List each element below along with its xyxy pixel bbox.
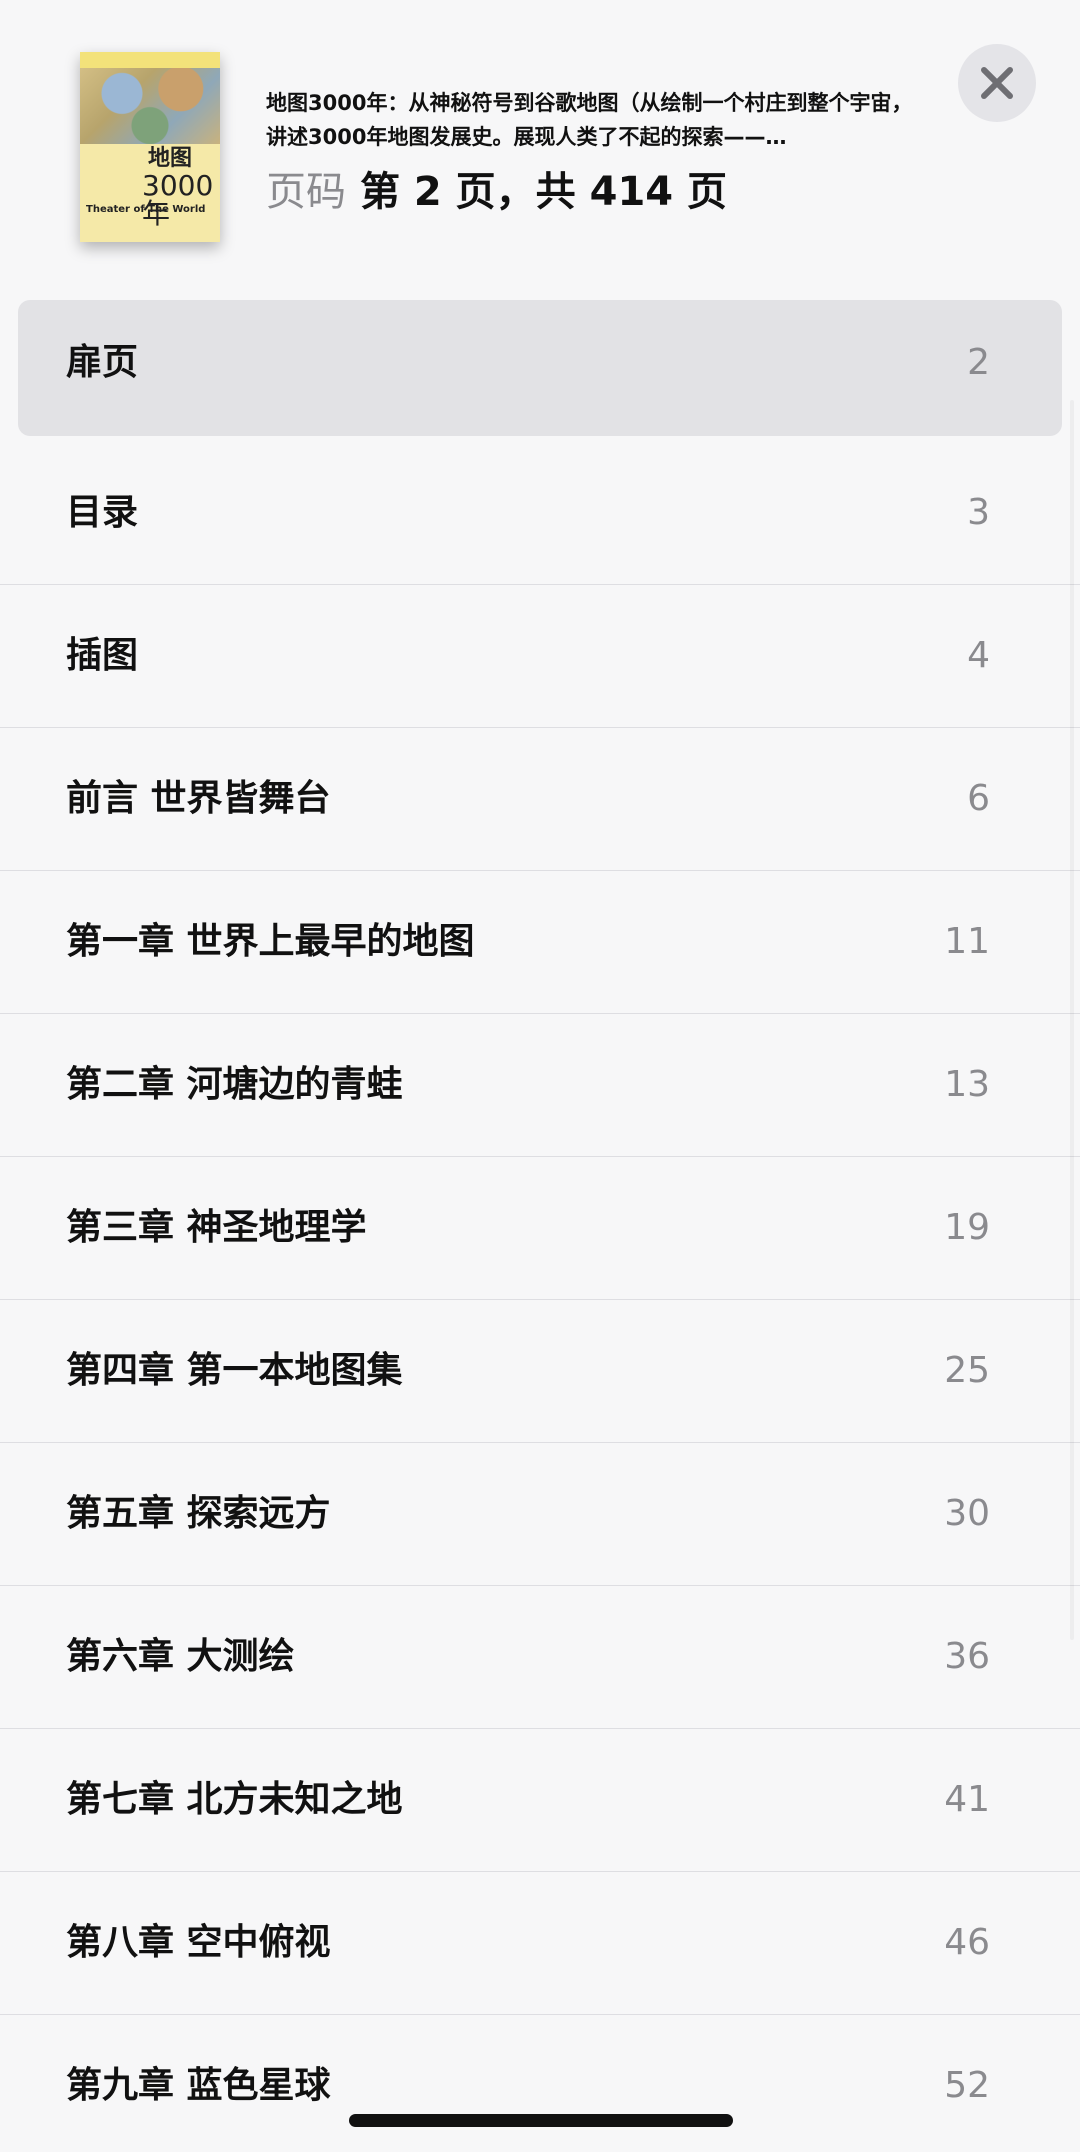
page-value: 第 2 页，共 414 页 [360,169,728,215]
toc-item-page: 25 [944,1350,990,1391]
cover-title: 地图 [148,146,193,171]
toc-item-page: 4 [967,635,990,676]
toc-item-title-page[interactable]: 扉页 2 [18,300,1062,436]
toc-item-contents[interactable]: 目录 3 [0,442,1080,585]
toc-item-preface[interactable]: 前言 世界皆舞台 6 [0,728,1080,871]
toc-item-label: 第一章 世界上最早的地图 [66,921,475,962]
toc-item-label: 第八章 空中俯视 [66,1922,331,1963]
toc-item-chapter-1[interactable]: 第一章 世界上最早的地图 11 [0,871,1080,1014]
toc-sheet: 地图 3000 年 Theater of The World 地图3000年：从神… [0,0,1080,2152]
table-of-contents: 扉页 2 目录 3 插图 4 前言 世界皆舞台 6 第一章 世界上最早的地图 1… [0,300,1080,2152]
toc-item-page: 3 [967,492,990,533]
toc-item-page: 13 [944,1064,990,1105]
scrollbar[interactable] [1070,400,1074,1640]
toc-item-chapter-9[interactable]: 第九章 蓝色星球 52 [0,2015,1080,2152]
toc-item-chapter-2[interactable]: 第二章 河塘边的青蛙 13 [0,1014,1080,1157]
toc-item-label: 第二章 河塘边的青蛙 [66,1064,403,1105]
toc-item-label: 前言 世界皆舞台 [66,778,331,819]
close-icon [981,67,1013,99]
toc-item-page: 36 [944,1636,990,1677]
toc-item-chapter-3[interactable]: 第三章 神圣地理学 19 [0,1157,1080,1300]
toc-item-page: 6 [967,778,990,819]
book-cover: 地图 3000 年 Theater of The World [80,52,220,242]
close-button[interactable] [958,44,1036,122]
toc-item-page: 52 [944,2065,990,2106]
cover-english-title: Theater of The World [86,204,206,215]
toc-item-page: 46 [944,1922,990,1963]
page-label: 页码 [266,169,346,215]
toc-item-page: 41 [944,1779,990,1820]
toc-item-chapter-8[interactable]: 第八章 空中俯视 46 [0,1872,1080,2015]
toc-item-label: 目录 [66,492,139,533]
toc-item-label: 第四章 第一本地图集 [66,1350,403,1391]
cover-number: 3000 年 [142,169,214,230]
toc-item-page: 2 [967,342,990,383]
toc-item-chapter-7[interactable]: 第七章 北方未知之地 41 [0,1729,1080,1872]
toc-item-chapter-5[interactable]: 第五章 探索远方 30 [0,1443,1080,1586]
toc-item-label: 插图 [66,635,139,676]
toc-item-page: 11 [944,921,990,962]
toc-item-label: 第九章 蓝色星球 [66,2065,331,2106]
toc-item-label: 第五章 探索远方 [66,1493,331,1534]
toc-item-label: 第七章 北方未知之地 [66,1779,403,1820]
toc-item-label: 扉页 [66,342,139,383]
page-indicator: 页码第 2 页，共 414 页 [266,164,727,220]
toc-item-label: 第三章 神圣地理学 [66,1207,367,1248]
home-indicator[interactable] [349,2114,733,2127]
toc-item-page: 30 [944,1493,990,1534]
toc-item-illustrations[interactable]: 插图 4 [0,585,1080,728]
cover-banner [80,52,220,68]
book-header: 地图 3000 年 Theater of The World 地图3000年：从神… [0,0,1080,290]
toc-item-label: 第六章 大测绘 [66,1636,295,1677]
toc-item-page: 19 [944,1207,990,1248]
toc-item-chapter-6[interactable]: 第六章 大测绘 36 [0,1586,1080,1729]
book-title: 地图3000年：从神秘符号到谷歌地图（从绘制一个村庄到整个宇宙，讲述3000年地… [266,91,913,149]
toc-item-chapter-4[interactable]: 第四章 第一本地图集 25 [0,1300,1080,1443]
